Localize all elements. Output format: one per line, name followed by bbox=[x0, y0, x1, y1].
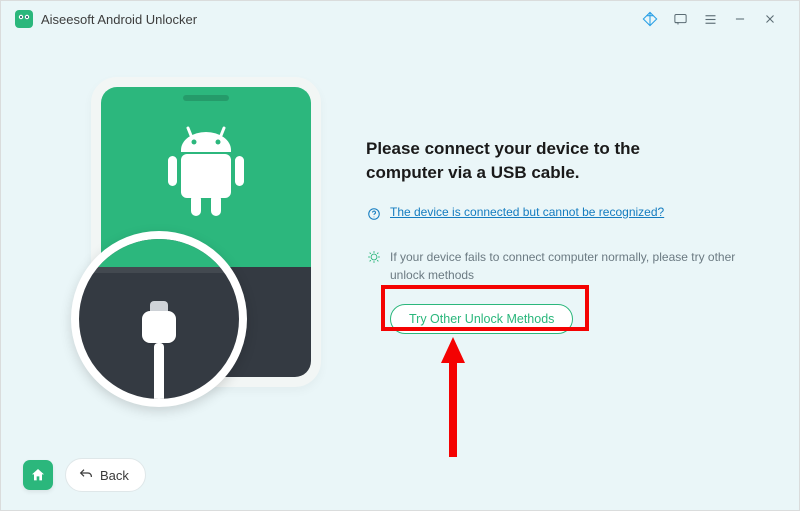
device-illustration bbox=[91, 77, 321, 387]
vip-icon[interactable] bbox=[635, 5, 665, 33]
android-robot-icon bbox=[156, 122, 256, 232]
headline: Please connect your device to the comput… bbox=[366, 137, 759, 185]
feedback-icon[interactable] bbox=[665, 5, 695, 33]
minimize-button[interactable] bbox=[725, 5, 755, 33]
menu-icon[interactable] bbox=[695, 5, 725, 33]
phone-notch bbox=[183, 95, 229, 101]
content-area: Please connect your device to the comput… bbox=[1, 37, 799, 510]
app-logo-icon bbox=[15, 10, 33, 28]
help-link-row: The device is connected but cannot be re… bbox=[366, 205, 759, 222]
annotation-highlight-rect bbox=[381, 285, 589, 331]
help-icon bbox=[366, 206, 382, 222]
tip-text: If your device fails to connect computer… bbox=[390, 248, 759, 284]
back-arrow-icon bbox=[78, 467, 94, 483]
title-bar: Aiseesoft Android Unlocker bbox=[1, 1, 799, 37]
headline-line1: Please connect your device to the bbox=[366, 139, 640, 158]
annotation-arrow-icon bbox=[441, 337, 465, 457]
app-window: Aiseesoft Android Unlocker bbox=[0, 0, 800, 511]
headline-line2: computer via a USB cable. bbox=[366, 163, 580, 182]
home-button[interactable] bbox=[23, 460, 53, 490]
close-button[interactable] bbox=[755, 5, 785, 33]
footer-controls: Back bbox=[23, 458, 146, 492]
tip-icon bbox=[366, 249, 382, 265]
usb-cable-icon bbox=[138, 301, 180, 403]
app-title: Aiseesoft Android Unlocker bbox=[41, 12, 197, 27]
tip-row: If your device fails to connect computer… bbox=[366, 248, 759, 284]
connection-help-link[interactable]: The device is connected but cannot be re… bbox=[390, 205, 664, 219]
usb-zoom-circle bbox=[71, 231, 247, 407]
back-button[interactable]: Back bbox=[65, 458, 146, 492]
back-label: Back bbox=[100, 468, 129, 483]
